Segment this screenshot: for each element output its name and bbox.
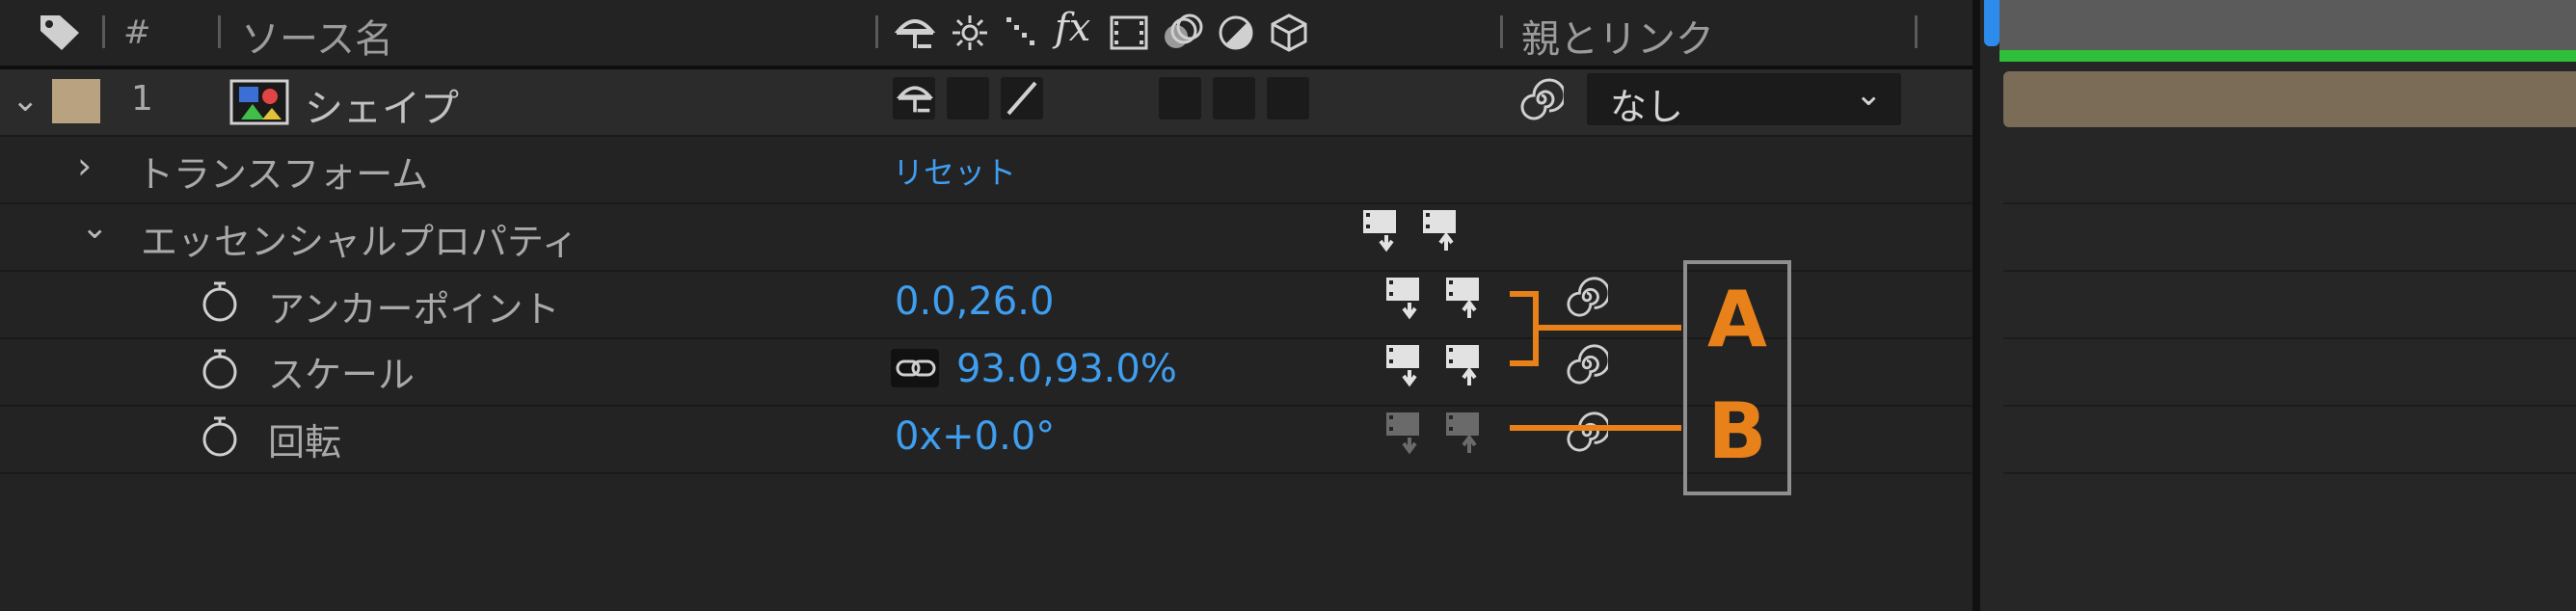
layer-duration-bar[interactable] [2003,71,2576,127]
time-ruler[interactable] [1999,0,2576,50]
anchor-point-value[interactable]: 0.0,26.0 [895,279,1054,324]
annotation-label-a: A [1707,275,1767,364]
parent-link-column-header[interactable]: 親とリンク [1521,8,1714,64]
scale-value[interactable]: 93.0,93.0% [956,347,1177,391]
transform-reset-link[interactable]: リセット [893,148,1016,193]
header-separator[interactable] [1915,15,1918,48]
timeline-row [2003,339,2576,407]
dropdown-chevron-down-icon: ⌄ [1855,75,1883,114]
shy-icon [897,86,933,113]
pick-whip-spiral-icon[interactable] [1566,276,1608,318]
timeline-row [2003,137,2576,204]
annotation-line-b [1510,425,1681,431]
stopwatch-icon[interactable] [199,347,241,391]
expand-chevron-right-icon[interactable]: › [77,145,92,187]
effect-fx-icon[interactable]: fx [1055,6,1090,50]
quality-icon[interactable] [1003,13,1041,52]
add-to-mogrt-down-icon[interactable] [1361,206,1404,252]
add-to-mogrt-down-icon[interactable] [1384,341,1427,387]
header-separator[interactable] [218,15,221,48]
header-separator[interactable] [1500,15,1503,48]
shy-icon[interactable] [895,13,935,52]
essential-properties-label[interactable]: エッセンシャルプロパティ [141,212,578,265]
work-area-bar[interactable] [1999,50,2576,62]
frame-blending-icon[interactable] [1109,13,1149,52]
transform-label[interactable]: トランスフォーム [137,145,428,198]
layer-number: 1 [131,79,153,119]
adjustment-switch[interactable] [1213,77,1255,120]
collapse-transform-icon[interactable] [951,13,989,52]
add-to-mogrt-down-icon[interactable] [1384,274,1427,320]
stopwatch-icon[interactable] [199,279,241,324]
pick-whip-spiral-icon[interactable] [1519,77,1564,121]
pick-whip-spiral-icon[interactable] [1566,343,1608,385]
header-separator[interactable] [102,15,105,48]
annotation-line-a [1539,325,1681,331]
3d-switch[interactable] [1267,77,1309,120]
annotation-label-b: B [1707,386,1767,476]
number-column-header: # [123,13,151,52]
expand-chevron-down-icon[interactable]: ⌄ [12,81,40,120]
pick-whip-spiral-icon[interactable] [1566,411,1608,453]
stopwatch-icon[interactable] [199,414,241,459]
anchor-point-label[interactable]: アンカーポイント [268,279,559,332]
extract-mogrt-up-icon[interactable] [1444,341,1487,387]
panel-divider[interactable] [1972,0,1980,611]
motion-blur-switch[interactable] [1159,77,1201,120]
3d-layer-icon[interactable] [1269,12,1309,54]
add-to-mogrt-down-icon-disabled [1386,412,1419,455]
current-time-indicator[interactable] [1984,0,1999,46]
rotation-label[interactable]: 回転 [268,412,341,465]
scale-label[interactable]: スケール [268,345,415,398]
annotation-bracket-bottom [1510,360,1539,366]
motion-blur-icon[interactable] [1161,12,1205,54]
quality-line-icon [1006,81,1037,116]
expand-chevron-down-icon[interactable]: ⌄ [81,208,109,247]
shape-layer-icon [229,79,289,125]
extract-mogrt-up-icon[interactable] [1421,206,1463,252]
parent-dropdown-value: なし [1610,86,1684,128]
extract-mogrt-up-icon-disabled [1446,412,1479,453]
timeline-row [2003,272,2576,339]
label-tag-icon[interactable] [37,12,83,54]
extract-mogrt-up-icon[interactable] [1444,274,1487,320]
header-separator[interactable] [875,15,878,48]
collapse-switch[interactable] [947,77,989,120]
timeline-row [2003,407,2576,474]
source-name-column-header[interactable]: ソース名 [241,8,393,64]
timeline-row [2003,204,2576,272]
adjustment-layer-icon[interactable] [1217,13,1255,52]
layer-name[interactable]: シェイプ [305,77,459,133]
rotation-value[interactable]: 0x+0.0° [895,414,1055,459]
layer-label-color[interactable] [52,79,100,123]
link-chain-icon [896,359,936,377]
